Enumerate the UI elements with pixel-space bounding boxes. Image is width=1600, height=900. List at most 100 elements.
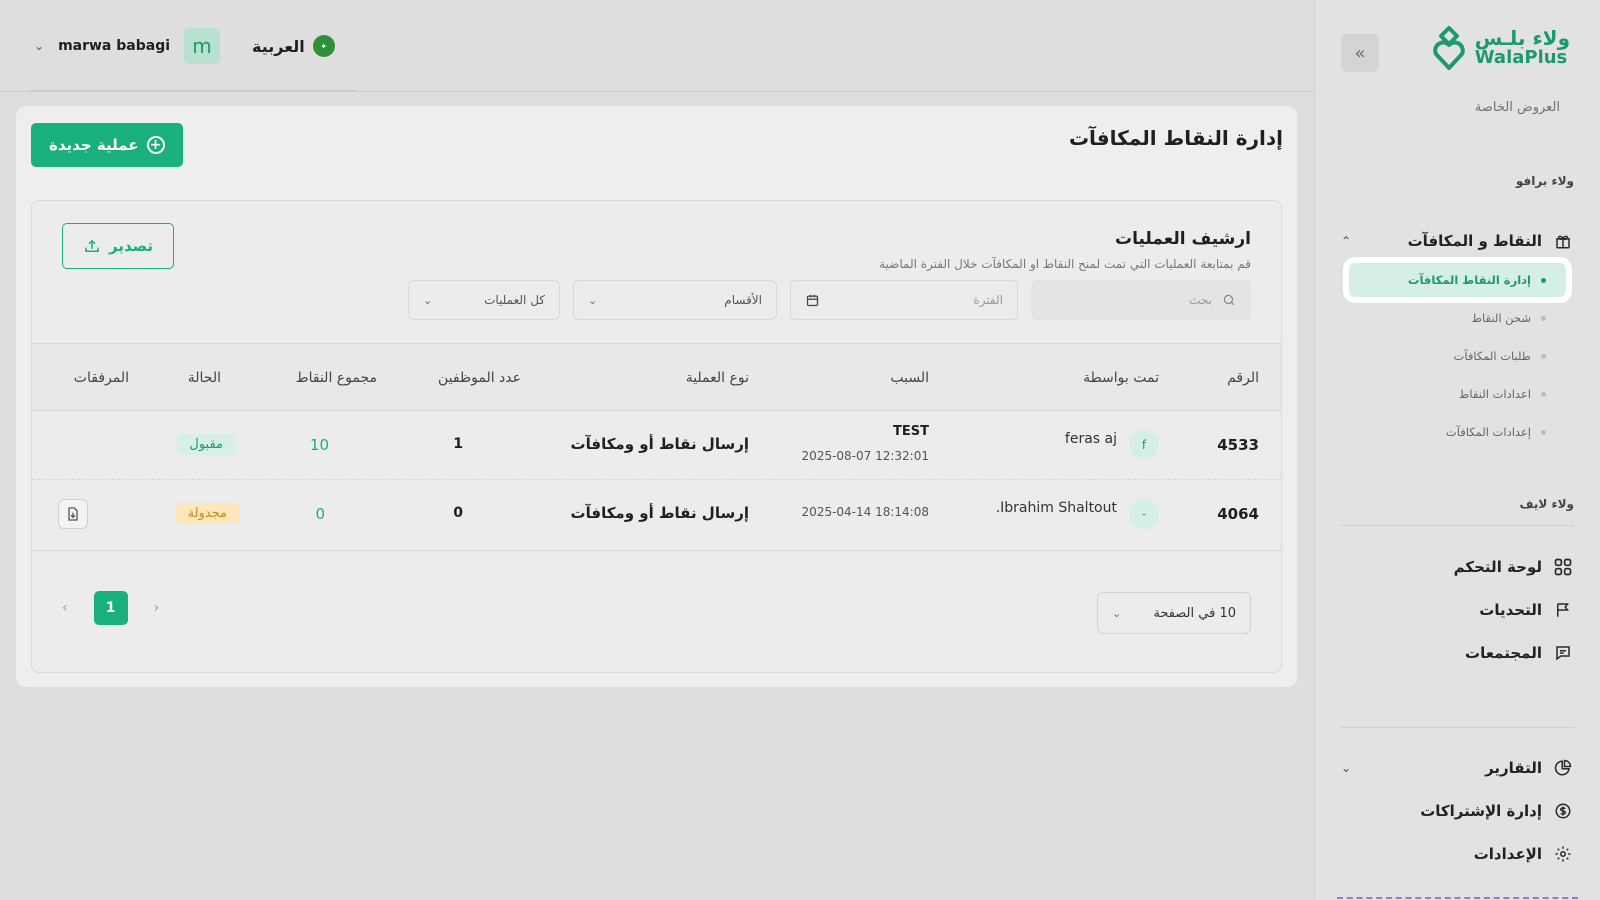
collapse-sidebar-button[interactable]: » [1341, 34, 1379, 72]
sidebar-item-label: المجتمعات [1465, 644, 1542, 662]
top-bar: ⌄ marwa babagi m العربية ✦ [0, 0, 1314, 92]
pagination: ‹ 1 › [62, 591, 159, 625]
dollar-icon [1552, 800, 1574, 822]
operations-select[interactable]: كل العمليات ⌄ [408, 280, 560, 320]
row-date: 2025-08-07 12:32:01 [801, 449, 929, 463]
divider [1341, 727, 1574, 728]
row-reason-title: TEST [893, 424, 929, 439]
chevron-down-icon: ⌄ [423, 293, 433, 307]
period-placeholder: الفترة [973, 293, 1003, 307]
header-points[interactable]: مجموع النقاط [296, 370, 377, 386]
sidebar-subitem-label: شحن النقاط [1471, 311, 1531, 325]
sidebar-subitem-manage-points[interactable]: إدارة النقاط المكافآت [1349, 263, 1566, 297]
bullet-icon [1541, 315, 1546, 321]
header-reason[interactable]: السبب [890, 370, 929, 386]
chevron-down-icon: ⌄ [588, 293, 598, 307]
sidebar-item-settings[interactable]: الإعدادات [1341, 843, 1574, 865]
chevron-down-icon[interactable]: ⌄ [1341, 761, 1351, 775]
header-attachments[interactable]: المرفقات [74, 370, 129, 386]
header-number[interactable]: الرقم [1227, 370, 1259, 386]
avatar[interactable]: m [184, 28, 221, 64]
header-type[interactable]: نوع العملية [686, 370, 749, 386]
bullet-icon [1541, 429, 1546, 435]
section-bravo: ولاء برافو [1515, 174, 1574, 188]
row-type: إرسال نقاط أو ومكافآت [570, 504, 749, 522]
main-card: إدارة النقاط المكافآت + عملية جديدة ارشي… [16, 106, 1297, 687]
row-by: - Ibrahim Shaltout. [996, 499, 1159, 529]
search-placeholder: بحث [1189, 293, 1212, 307]
user-menu[interactable]: ⌄ marwa babagi m العربية ✦ [34, 28, 335, 64]
row-by: f feras aj [1065, 430, 1159, 460]
sidebar-subitem-label: إدارة النقاط المكافآت [1407, 273, 1531, 287]
row-employees: 1 [453, 436, 463, 452]
new-operation-button[interactable]: + عملية جديدة [31, 123, 183, 167]
language-label: العربية [252, 36, 305, 56]
saudi-flag-icon: ✦ [312, 35, 335, 57]
row-by-name: Ibrahim Shaltout. [995, 500, 1117, 516]
page-number-current[interactable]: 1 [93, 591, 128, 625]
sidebar-item-subscriptions[interactable]: إدارة الإشتراكات [1341, 800, 1574, 822]
double-chevron-right-icon: » [1354, 42, 1366, 64]
departments-label: الأقسام [724, 293, 762, 307]
sidebar-item-reports[interactable]: التقارير ⌄ [1341, 757, 1574, 779]
calendar-icon [806, 294, 819, 306]
archive-subtitle: قم بمتابعة العمليات التي تمت لمنح النقاط… [879, 257, 1251, 271]
logo-english: WalaPlus [1474, 47, 1568, 69]
chevron-down-icon[interactable]: ⌄ [34, 39, 44, 53]
bullet-icon [1541, 391, 1546, 397]
chat-icon [1552, 642, 1574, 664]
page-title: إدارة النقاط المكافآت [1068, 126, 1283, 150]
divider [1341, 525, 1574, 526]
table-row[interactable]: 4533 f feras aj TEST 2025-08-07 12:32:01… [32, 412, 1281, 480]
row-reason: TEST 2025-08-07 12:32:01 [802, 424, 929, 463]
language-switcher[interactable]: العربية ✦ [252, 35, 335, 57]
sidebar-item-communities[interactable]: المجتمعات [1341, 642, 1574, 664]
header-by[interactable]: تمت بواسطة [1083, 370, 1159, 386]
per-page-select[interactable]: 10 في الصفحة ⌄ [1097, 592, 1251, 634]
table-row[interactable]: 4064 - Ibrahim Shaltout. 2025-04-14 18:1… [32, 481, 1281, 551]
sidebar-item-cut[interactable]: العروض الخاصة [1475, 100, 1560, 115]
file-download-icon [68, 507, 78, 521]
row-number: 4064 [1217, 505, 1259, 523]
header-employees[interactable]: عدد الموظفين [438, 370, 521, 386]
avatar: f [1129, 430, 1159, 460]
header-status[interactable]: الحالة [188, 370, 221, 386]
export-button[interactable]: تصدير [62, 223, 174, 269]
chevron-right-icon[interactable]: › [154, 600, 160, 616]
departments-select[interactable]: الأقسام ⌄ [573, 280, 777, 320]
sidebar-subitem-reward-requests[interactable]: طلبات المكافآت [1349, 339, 1566, 373]
sidebar-item-dashboard[interactable]: لوحة التحكم [1341, 556, 1574, 578]
row-number: 4533 [1217, 436, 1259, 454]
gift-icon [1552, 230, 1574, 252]
upload-icon [85, 239, 99, 252]
logo-text: ولاء بلـس WalaPlus [1475, 28, 1570, 68]
row-points: 10 [309, 436, 329, 454]
sidebar-subitem-rewards-settings[interactable]: إعدادات المكافآت [1349, 415, 1566, 449]
divider [1337, 897, 1578, 899]
export-label: تصدير [108, 237, 154, 255]
sidebar-item-points-rewards[interactable]: النقاط و المكافآت ⌃ [1341, 230, 1574, 252]
sidebar-item-challenges[interactable]: التحديات [1341, 599, 1574, 621]
archive-title: ارشيف العمليات [1115, 229, 1251, 249]
section-life: ولاء لايف [1519, 497, 1574, 511]
sidebar-subitem-charge-points[interactable]: شحن النقاط [1349, 301, 1566, 335]
row-type: إرسال نقاط أو ومكافآت [570, 435, 749, 453]
row-by-name: feras aj [1064, 431, 1117, 447]
operations-archive-card: ارشيف العمليات قم بمتابعة العمليات التي … [31, 200, 1282, 673]
operations-label: كل العمليات [484, 293, 545, 307]
period-filter[interactable]: الفترة [790, 280, 1018, 320]
sidebar-subitem-label: اعدادات النقاط [1458, 387, 1531, 401]
logo[interactable]: ولاء بلـس WalaPlus [1431, 24, 1570, 72]
row-employees: 0 [453, 505, 463, 521]
attachment-button[interactable] [58, 499, 88, 529]
row-points: 0 [315, 505, 325, 523]
table-header: الرقم تمت بواسطة السبب نوع العملية عدد ا… [32, 343, 1281, 411]
chevron-up-icon[interactable]: ⌃ [1341, 234, 1351, 248]
flag-icon [1552, 599, 1574, 621]
status-badge: مجدولة [175, 503, 239, 524]
search-input[interactable]: بحث [1031, 280, 1251, 320]
per-page-label: 10 في الصفحة [1153, 605, 1236, 621]
sidebar-subitem-points-settings[interactable]: اعدادات النقاط [1349, 377, 1566, 411]
search-icon [1223, 294, 1235, 306]
chevron-left-icon[interactable]: ‹ [62, 600, 68, 616]
